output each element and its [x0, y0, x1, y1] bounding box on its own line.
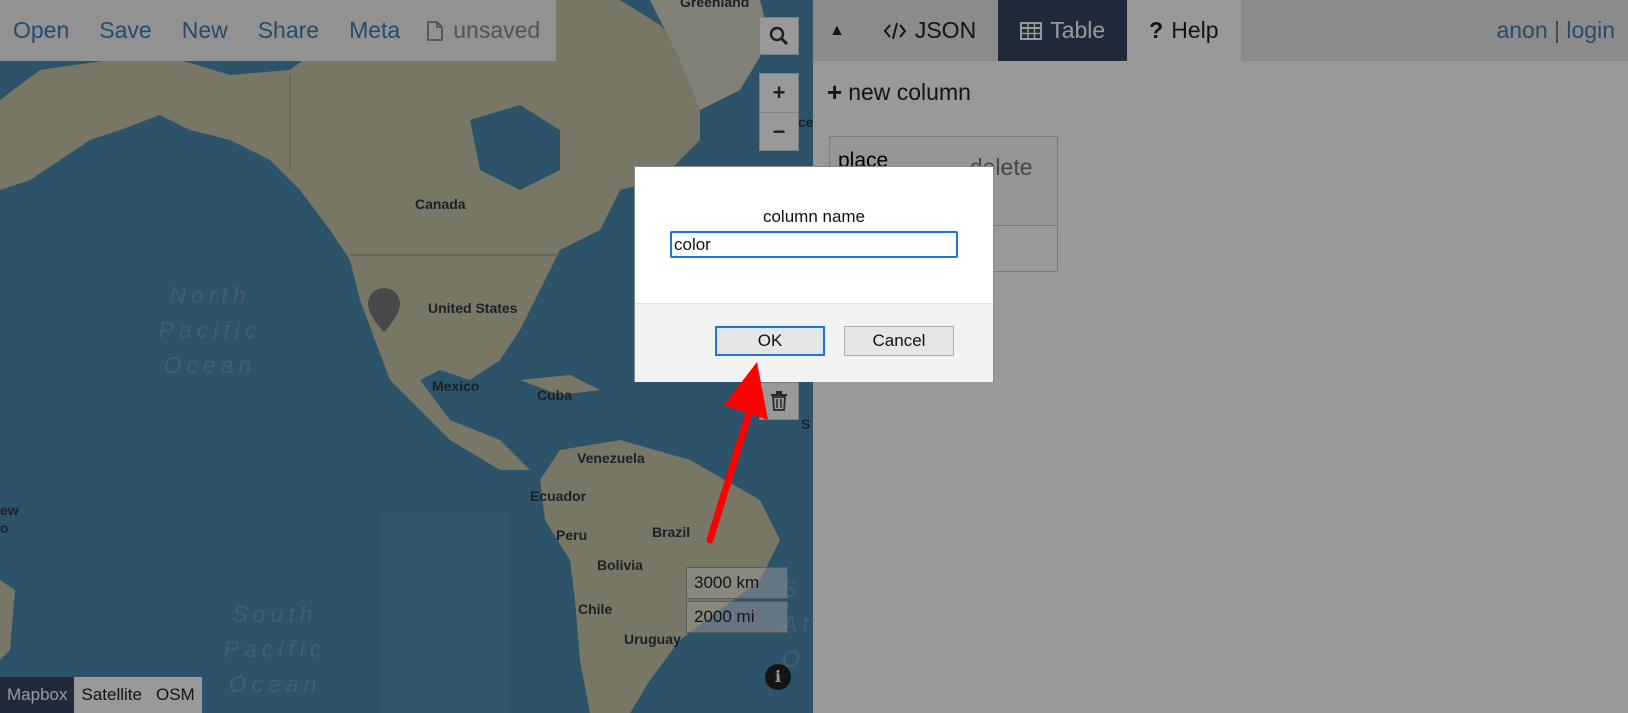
- column-name-dialog: column name OK Cancel: [634, 166, 994, 382]
- column-name-input[interactable]: [670, 231, 958, 258]
- dialog-prompt: column name: [762, 207, 866, 226]
- ok-button[interactable]: OK: [715, 326, 825, 356]
- dialog-footer: OK Cancel: [635, 303, 993, 382]
- cancel-button[interactable]: Cancel: [844, 326, 954, 356]
